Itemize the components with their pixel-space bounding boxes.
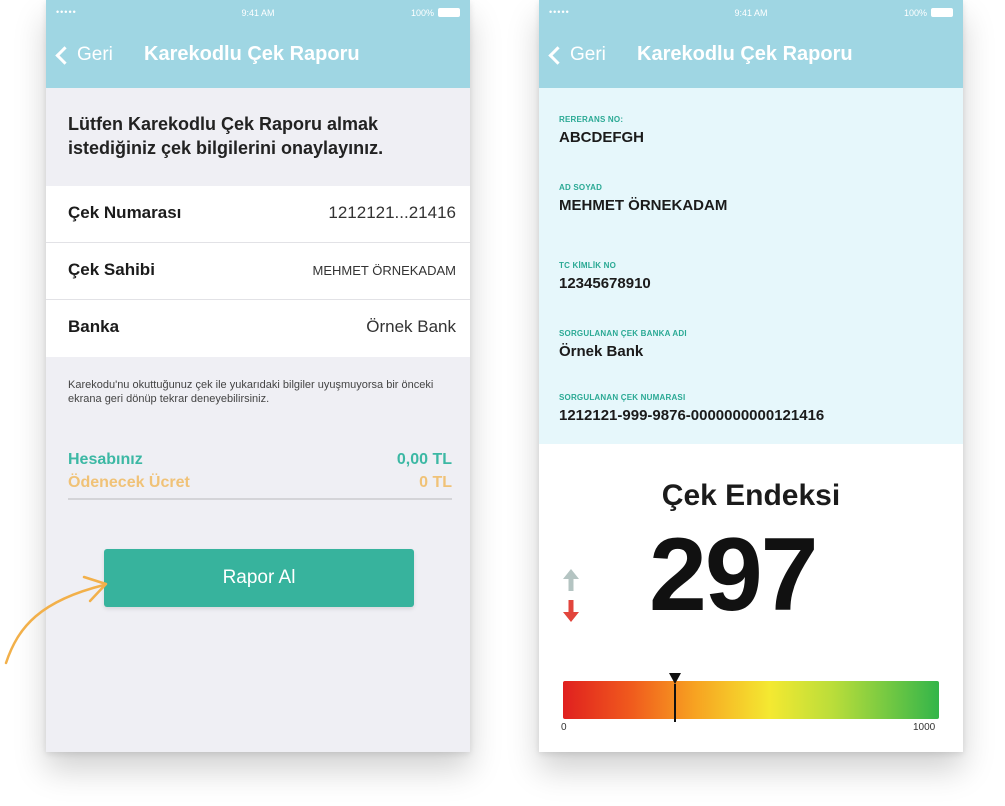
nav-bar: Geri Karekodlu Çek Raporu [539, 26, 963, 88]
balance-row: Hesabınız 0,00 TL [68, 451, 452, 473]
row-value: MEHMET ÖRNEKADAM [312, 263, 457, 278]
row-check-number: Çek Numarası 1212121...21416 [46, 186, 470, 243]
field-caption: SORGULANAN ÇEK NUMARASI [559, 393, 686, 402]
battery-percent: 100% [410, 8, 434, 18]
back-label: Geri [570, 44, 606, 65]
gauge-needle [673, 684, 676, 722]
status-bar: ••••• 9:41 AM 100% [539, 0, 963, 26]
chevron-left-icon [55, 45, 74, 65]
fee-label: Ödenecek Ücret [68, 474, 190, 491]
field-caption: SORGULANAN ÇEK BANKA ADI [559, 329, 687, 338]
confirm-prompt: Lütfen Karekodlu Çek Raporu almak istedi… [68, 114, 384, 158]
index-value: 297 [649, 517, 819, 633]
field-value: 12345678910 [559, 275, 651, 292]
field-caption: RERERANS NO: [559, 115, 624, 124]
balance-value: 0,00 TL [396, 451, 452, 468]
nav-bar: Geri Karekodlu Çek Raporu [46, 26, 470, 88]
index-gauge-bar [563, 681, 939, 719]
get-report-button[interactable]: Rapor Al [104, 549, 414, 607]
row-label: Çek Numarası [68, 203, 182, 222]
row-label: Çek Sahibi [68, 260, 155, 279]
check-number-field: SORGULANAN ÇEK NUMARASI 1212121-999-9876… [559, 393, 824, 424]
fee-row: Ödenecek Ücret 0 TL [68, 474, 452, 500]
reference-field: RERERANS NO: ABCDEFGH [559, 115, 644, 146]
mismatch-note: Karekodu'nu okuttuğunuz çek ile yukarıda… [68, 379, 434, 405]
phone-screen-right: ••••• 9:41 AM 100% Geri Karekodlu Çek Ra… [539, 0, 963, 752]
back-button[interactable]: Geri [55, 44, 113, 66]
field-caption: TC KİMLİK NO [559, 261, 617, 270]
battery-percent: 100% [903, 8, 927, 18]
curved-arrow-icon [4, 575, 108, 665]
status-bar: ••••• 9:41 AM 100% [46, 0, 470, 26]
battery-icon [931, 8, 953, 17]
field-value: Örnek Bank [559, 343, 644, 360]
gauge-min-label: 0 [561, 722, 567, 733]
arrow-down-icon [563, 600, 579, 622]
gauge-max-label: 1000 [913, 722, 936, 733]
status-time: 9:41 AM [241, 8, 275, 18]
fee-value: 0 TL [419, 474, 452, 491]
arrow-up-icon [563, 569, 579, 591]
tc-id-field: TC KİMLİK NO 12345678910 [559, 261, 651, 292]
status-time: 9:41 AM [734, 8, 768, 18]
field-value: MEHMET ÖRNEKADAM [559, 197, 728, 214]
back-label: Geri [77, 44, 113, 65]
nav-title: Karekodlu Çek Raporu [144, 43, 360, 65]
chevron-left-icon [548, 45, 567, 65]
name-field: AD SOYAD MEHMET ÖRNEKADAM [559, 183, 727, 214]
field-caption: AD SOYAD [559, 183, 603, 192]
row-bank: Banka Örnek Bank [46, 300, 470, 357]
field-value: ABCDEFGH [559, 129, 644, 146]
nav-title: Karekodlu Çek Raporu [637, 43, 853, 65]
index-title: Çek Endeksi [661, 479, 841, 512]
gauge-needle-marker [668, 673, 681, 684]
row-label: Banka [68, 317, 120, 336]
field-value: 1212121-999-9876-0000000000121416 [559, 407, 825, 424]
check-info-table: Çek Numarası 1212121...21416 Çek Sahibi … [46, 186, 470, 357]
row-value: 1212121...21416 [328, 203, 456, 222]
back-button[interactable]: Geri [548, 44, 606, 66]
balance-label: Hesabınız [68, 451, 143, 468]
row-value: Örnek Bank [366, 317, 456, 336]
row-check-owner: Çek Sahibi MEHMET ÖRNEKADAM [46, 243, 470, 300]
bank-name-field: SORGULANAN ÇEK BANKA ADI Örnek Bank [559, 329, 687, 360]
battery-icon [438, 8, 460, 17]
